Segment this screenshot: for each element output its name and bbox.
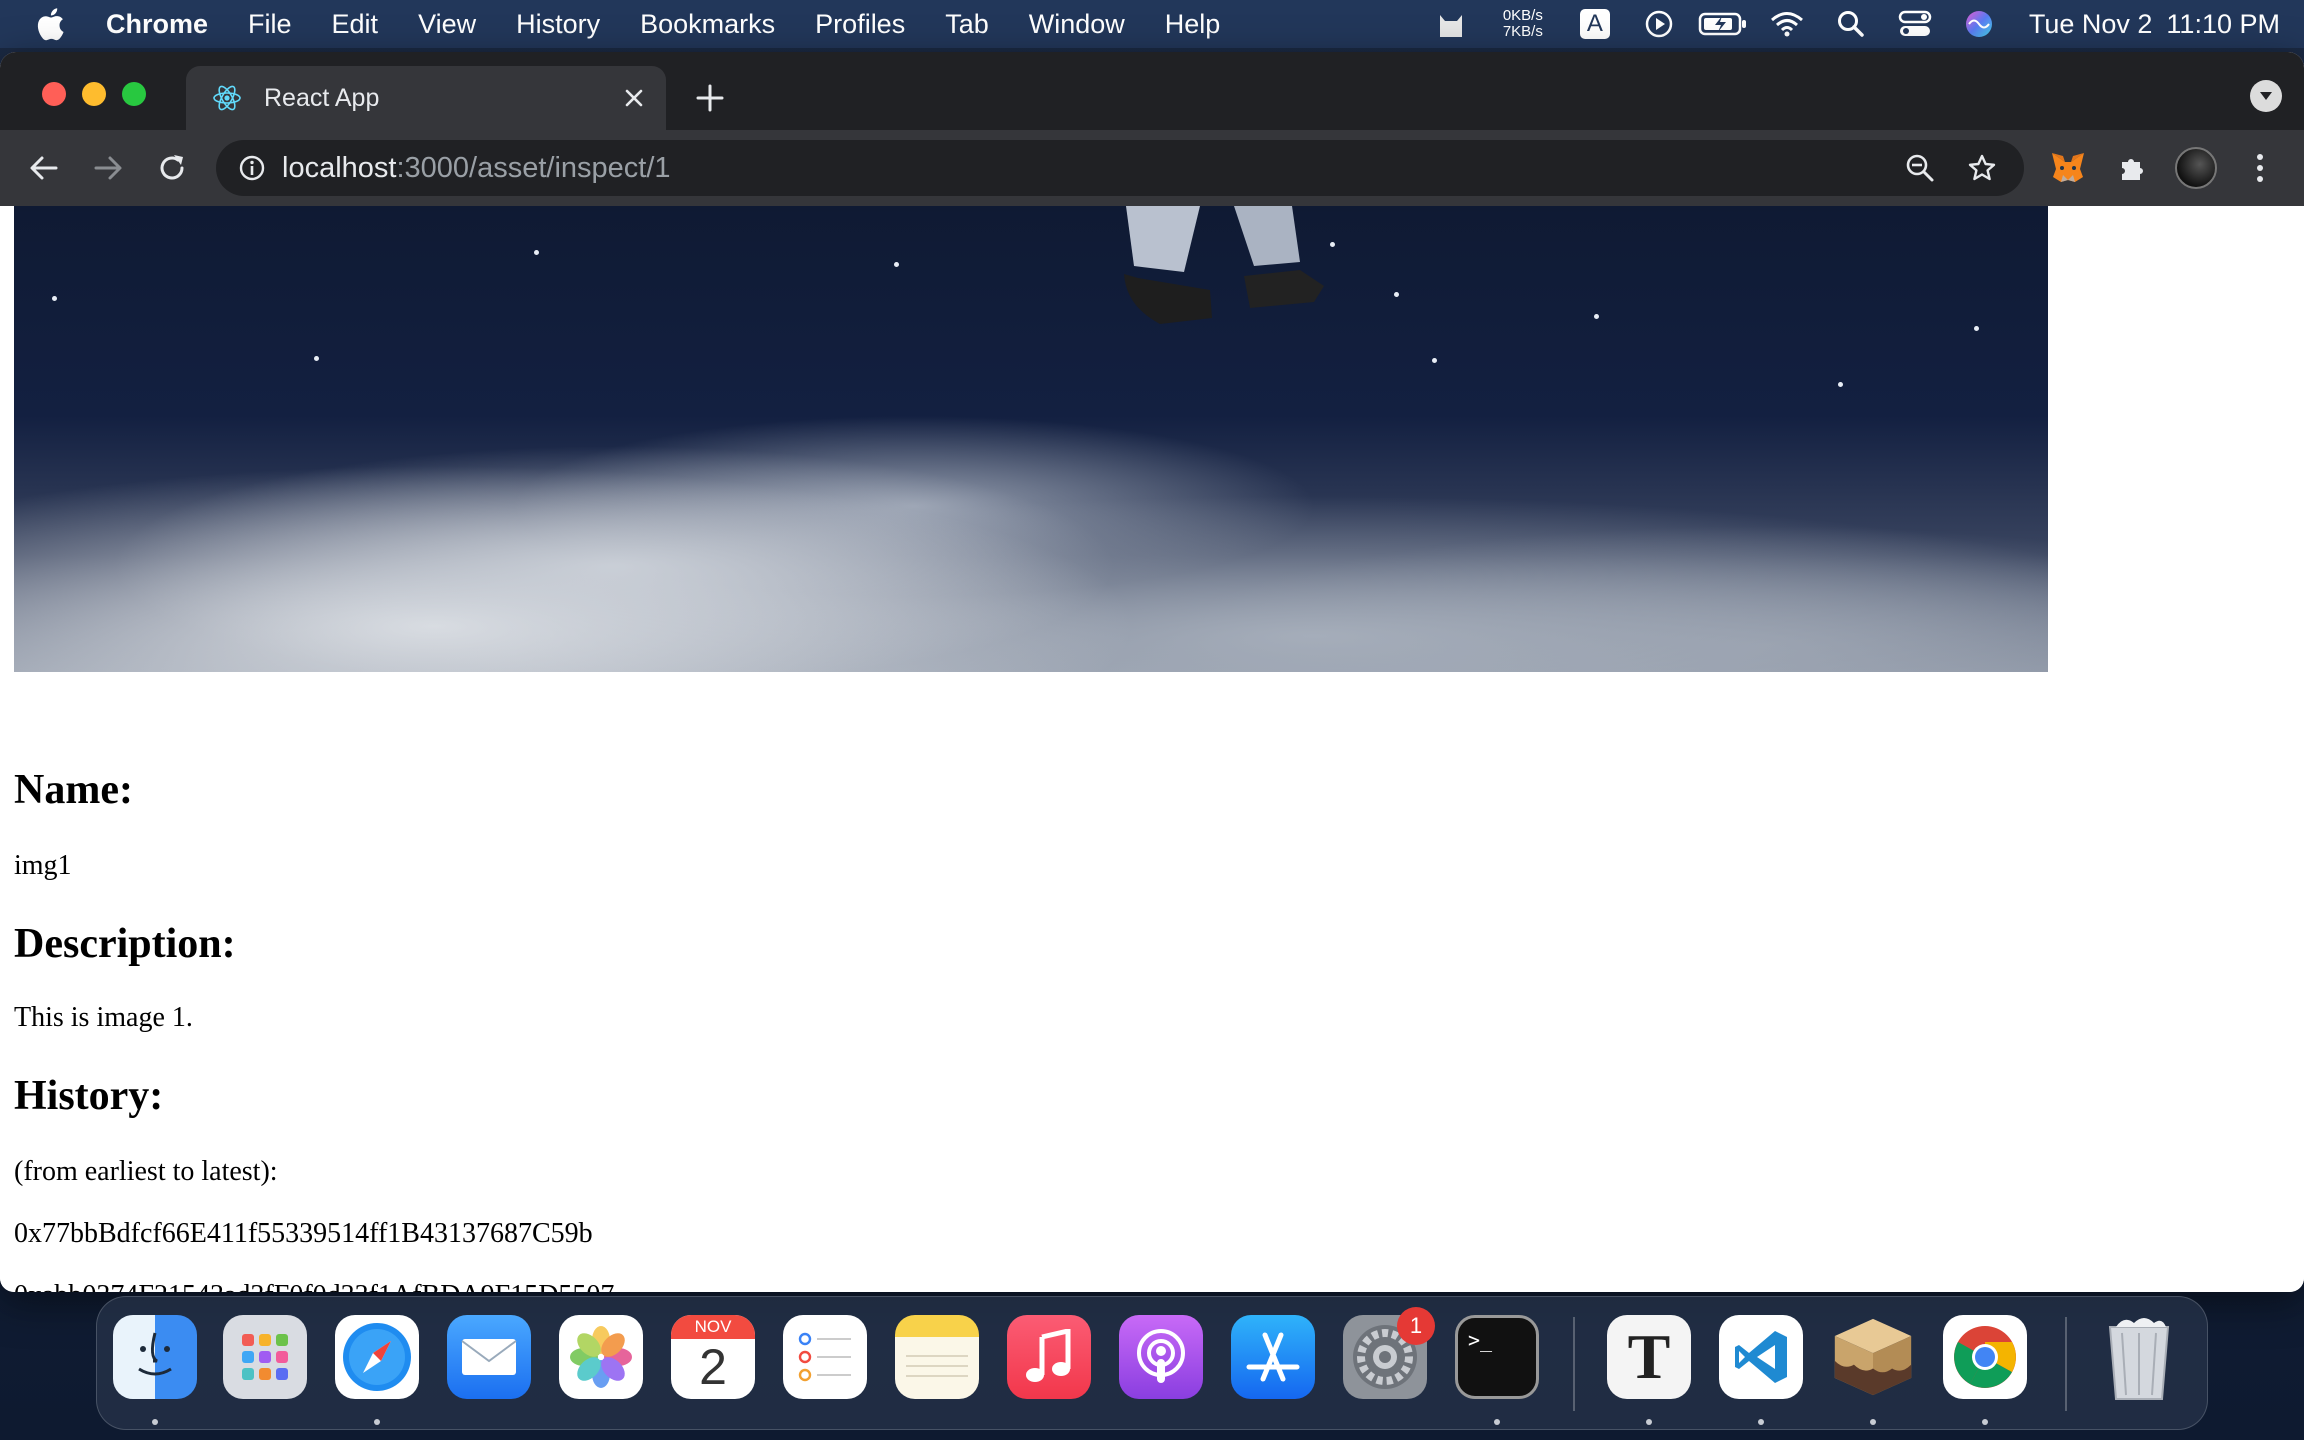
site-info-icon[interactable] <box>236 152 268 184</box>
window-close-button[interactable] <box>42 82 66 106</box>
wifi-icon[interactable] <box>1755 0 1819 48</box>
textedit-icon[interactable]: T <box>1607 1315 1691 1399</box>
control-center-icon[interactable] <box>1883 0 1947 48</box>
menu-history[interactable]: History <box>496 9 620 40</box>
bookmark-star-icon[interactable] <box>1962 148 2002 188</box>
zoom-out-icon[interactable] <box>1900 148 1940 188</box>
window-maximize-button[interactable] <box>122 82 146 106</box>
photos-icon[interactable] <box>559 1315 643 1399</box>
url-host: localhost <box>282 151 397 184</box>
app-store-icon[interactable] <box>1231 1315 1315 1399</box>
menu-app-name[interactable]: Chrome <box>86 9 228 40</box>
music-note-icon[interactable] <box>1007 1315 1091 1399</box>
url-text[interactable]: localhost:3000/asset/inspect/1 <box>282 152 671 185</box>
description-value: This is image 1. <box>14 1002 193 1033</box>
net-download: 7KB/s <box>1502 23 1543 40</box>
tab-react-app[interactable]: React App <box>186 66 666 130</box>
menu-clock[interactable]: Tue Nov 2 11:10 PM <box>2011 9 2280 40</box>
description-heading: Description: <box>14 921 236 967</box>
net-upload: 0KB/s <box>1502 7 1543 24</box>
apple-menu-icon[interactable] <box>14 7 86 41</box>
name-value: img1 <box>14 850 72 881</box>
terminal-prompt: >_ <box>1468 1328 1493 1352</box>
status-area: 0KB/s 7KB/s A Tue Nov 2 11:10 PM <box>1419 0 2280 48</box>
chrome-icon[interactable] <box>1943 1315 2027 1399</box>
menu-profiles[interactable]: Profiles <box>795 9 925 40</box>
clock-time: 11:10 PM <box>2166 8 2280 39</box>
extensions-puzzle-icon[interactable] <box>2108 144 2156 192</box>
menu-view[interactable]: View <box>398 9 496 40</box>
astronaut-legs <box>1124 206 1324 324</box>
tab-search-icon[interactable] <box>2250 80 2282 112</box>
menu-help[interactable]: Help <box>1145 9 1241 40</box>
notification-badge: 1 <box>1397 1307 1435 1345</box>
cat-icon[interactable] <box>1419 0 1483 48</box>
menu-file[interactable]: File <box>228 9 312 40</box>
podcasts-icon[interactable] <box>1119 1315 1203 1399</box>
menu-edit[interactable]: Edit <box>312 9 399 40</box>
history-entry: 0x77bbBdfcf66E411f55339514ff1B43137687C5… <box>14 1218 593 1249</box>
finder-icon[interactable] <box>113 1315 197 1399</box>
play-circle-icon[interactable] <box>1627 0 1691 48</box>
package-box-icon[interactable] <box>1831 1315 1915 1399</box>
network-speed[interactable]: 0KB/s 7KB/s <box>1483 8 1563 40</box>
menu-window[interactable]: Window <box>1009 9 1145 40</box>
metamask-fox-icon[interactable] <box>2044 144 2092 192</box>
clock-date: Tue Nov 2 <box>2028 8 2153 39</box>
react-logo-icon <box>210 81 244 115</box>
back-arrow-icon[interactable] <box>22 146 66 190</box>
dock: NOV 2 1 >_ T <box>96 1296 2208 1430</box>
siri-icon[interactable] <box>1947 0 2011 48</box>
tab-close-icon[interactable] <box>614 78 654 118</box>
new-tab-button[interactable] <box>690 78 730 118</box>
spotlight-search-icon[interactable] <box>1819 0 1883 48</box>
mail-envelope-icon[interactable] <box>447 1315 531 1399</box>
profile-avatar[interactable] <box>2172 144 2220 192</box>
reminders-icon[interactable] <box>783 1315 867 1399</box>
history-entry: 0xabb0374F21543ad3fF0f0d33f1AfBDA9F15D55… <box>14 1280 614 1292</box>
input-source-label: A <box>1579 9 1610 39</box>
safari-compass-icon[interactable] <box>335 1315 419 1399</box>
menu-bookmarks[interactable]: Bookmarks <box>620 9 795 40</box>
name-heading: Name: <box>14 767 133 813</box>
terminal-icon[interactable]: >_ <box>1455 1315 1539 1399</box>
calendar-icon[interactable]: NOV 2 <box>671 1315 755 1399</box>
calendar-day: 2 <box>699 1339 727 1395</box>
menu-bar: Chrome File Edit View History Bookmarks … <box>0 0 2304 48</box>
tab-title: React App <box>264 83 380 112</box>
battery-icon[interactable] <box>1691 0 1755 48</box>
input-source-icon[interactable]: A <box>1563 0 1627 48</box>
address-bar[interactable]: localhost:3000/asset/inspect/1 <box>216 140 2024 196</box>
trash-icon[interactable] <box>2097 1315 2181 1400</box>
calendar-month: NOV <box>671 1315 755 1339</box>
tab-strip: React App <box>0 52 2304 130</box>
forward-arrow-icon[interactable] <box>86 146 130 190</box>
notes-icon[interactable] <box>895 1315 979 1399</box>
menu-tab[interactable]: Tab <box>925 9 1009 40</box>
avatar-image <box>2175 147 2217 189</box>
more-menu-icon[interactable] <box>2236 144 2284 192</box>
asset-image <box>14 206 2048 672</box>
page-content: Name: img1 Description: This is image 1.… <box>0 206 2304 1292</box>
browser-toolbar: localhost:3000/asset/inspect/1 <box>0 130 2304 206</box>
history-heading: History: <box>14 1073 164 1119</box>
history-note: (from earliest to latest): <box>14 1156 278 1187</box>
reload-icon[interactable] <box>150 146 194 190</box>
vscode-icon[interactable] <box>1719 1315 1803 1399</box>
browser-window: React App localhost:3000/asset/inspect/1 <box>0 52 2304 1292</box>
launchpad-icon[interactable] <box>223 1315 307 1399</box>
window-minimize-button[interactable] <box>82 82 106 106</box>
textedit-letter: T <box>1627 1321 1671 1392</box>
url-path: :3000/asset/inspect/1 <box>396 151 671 184</box>
